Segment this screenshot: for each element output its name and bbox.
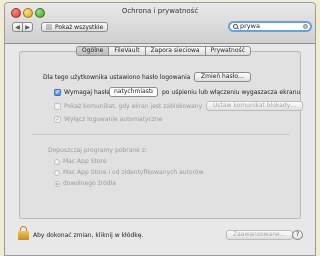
preferences-content: Ogólne FileVault Zapora sieciowa Prywatn…: [5, 44, 315, 255]
tab-firewall[interactable]: Zapora sieciowa: [145, 46, 206, 56]
search-value: prywa: [240, 22, 260, 30]
show-message-label: Pokaż komunikat, gdy ekran jest zablokow…: [64, 103, 203, 110]
select-arrows-icon: ⇕: [149, 89, 154, 95]
forward-button[interactable]: ▶: [22, 22, 33, 32]
require-password-suffix: po uśpieniu lub włączeniu wygaszacza ekr…: [162, 89, 301, 96]
general-panel: Dla tego użytkownika ustawiono hasło log…: [19, 51, 304, 219]
advanced-button[interactable]: Zaawansowane…: [226, 230, 293, 240]
set-lock-message-button[interactable]: Ustaw komunikat blokady…: [206, 101, 304, 111]
radio-anywhere-label: dowolnego źródła: [63, 180, 116, 187]
downloads-heading: Dopuszczaj programy pobrane z:: [48, 147, 147, 154]
disable-autologin-checkbox[interactable]: ✓: [54, 116, 61, 123]
tab-filevault[interactable]: FileVault: [109, 46, 146, 56]
change-password-button[interactable]: Zmień hasło…: [194, 72, 252, 82]
tab-privacy[interactable]: Prywatność: [205, 46, 251, 56]
tab-bar: Ogólne FileVault Zapora sieciowa Prywatn…: [76, 46, 251, 56]
search-icon: [233, 24, 238, 29]
show-all-button[interactable]: Pokaż wszystkie: [41, 22, 109, 32]
radio-anywhere[interactable]: [54, 181, 60, 187]
grid-icon: [46, 24, 52, 30]
title-bar: Ochrona i prywatność ◀ ▶ Pokaż wszystkie…: [5, 3, 315, 44]
help-button[interactable]: ?: [292, 230, 303, 240]
disable-autologin-label: Wyłącz logowanie automatyczne: [64, 116, 163, 123]
section-divider: [32, 134, 290, 135]
password-set-label: Dla tego użytkownika ustawiono hasło log…: [43, 74, 191, 81]
window-title: Ochrona i prywatność: [121, 7, 199, 15]
tab-general[interactable]: Ogólne: [76, 46, 110, 56]
password-delay-select[interactable]: natychmiast ⇕: [109, 87, 158, 97]
password-delay-value: natychmiast: [114, 88, 152, 95]
clear-search-icon[interactable]: ✕: [303, 24, 308, 29]
radio-identified-developers-label: Mac App Store i od zidentyfikowanych aut…: [63, 169, 204, 176]
show-all-label: Pokaż wszystkie: [55, 24, 104, 31]
radio-mac-app-store[interactable]: [54, 159, 60, 165]
lock-hint-text: Aby dokonać zmian, kliknij w kłódkę.: [33, 232, 144, 239]
radio-identified-developers[interactable]: [54, 170, 60, 176]
require-password-checkbox[interactable]: ✓: [54, 89, 61, 96]
search-input[interactable]: prywa ✕: [228, 21, 312, 32]
lock-icon[interactable]: [18, 226, 29, 240]
show-message-checkbox[interactable]: [54, 103, 61, 110]
preferences-window: Ochrona i prywatność ◀ ▶ Pokaż wszystkie…: [4, 2, 316, 256]
radio-mac-app-store-label: Mac App Store: [63, 158, 107, 165]
require-password-label: Wymagaj hasła: [64, 89, 110, 96]
